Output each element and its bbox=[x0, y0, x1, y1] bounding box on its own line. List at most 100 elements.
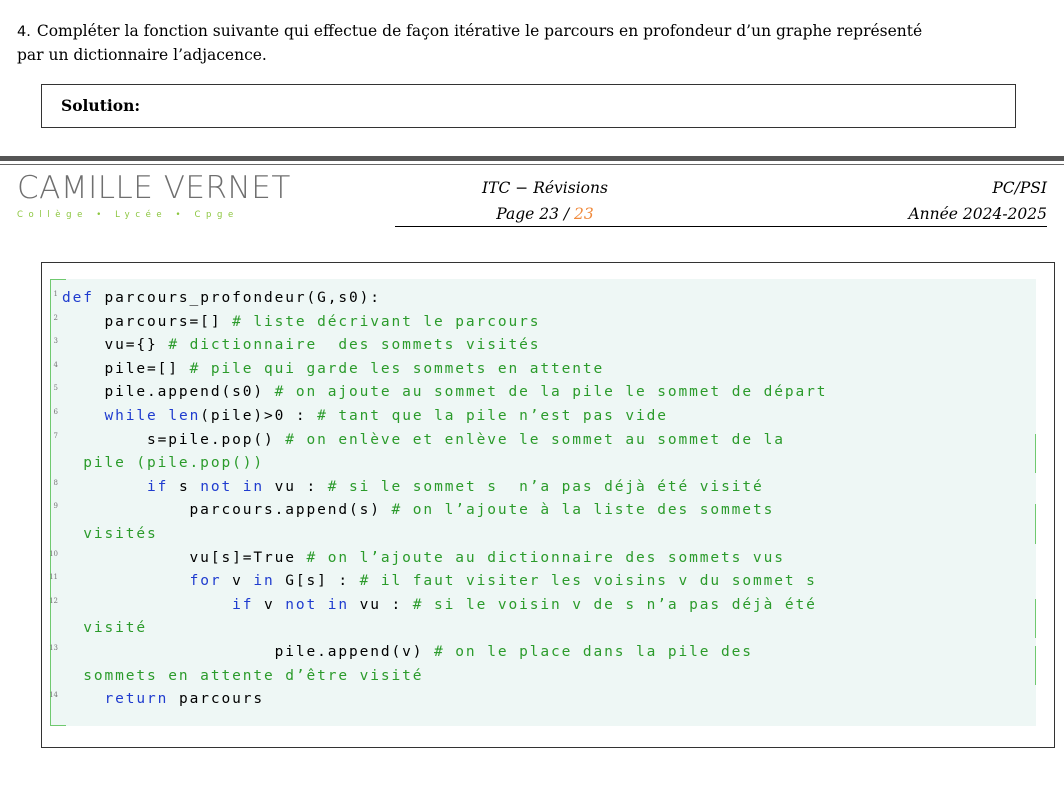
solution-box: Solution: bbox=[41, 84, 1016, 128]
code-line-continuation: pile (pile.pop()) bbox=[62, 453, 264, 473]
code-comment: # si le voisin v de s n’a pas déjà été bbox=[412, 596, 817, 613]
code-line: return parcours bbox=[62, 689, 264, 709]
code-text: vu : bbox=[263, 478, 328, 495]
line-number: 13 bbox=[49, 644, 58, 652]
code-line: parcours=[] # liste décrivant le parcour… bbox=[62, 312, 540, 332]
question-line-2: par un dictionnaire l’adjacence. bbox=[17, 46, 267, 64]
code-line: if v not in vu : # si le voisin v de s n… bbox=[62, 595, 817, 615]
logo-subtitle: Collège • Lycée • Cpge bbox=[17, 210, 239, 220]
code-text: s=pile.pop() bbox=[62, 431, 286, 448]
code-bottom-edge bbox=[50, 725, 66, 726]
line-number: 8 bbox=[53, 478, 58, 487]
code-comment: # on l’ajoute à la liste des sommets bbox=[391, 502, 775, 519]
code-keyword: if bbox=[147, 478, 169, 495]
code-comment: # pile qui garde les sommets en attente bbox=[189, 360, 605, 377]
code-text: G[s] : bbox=[274, 573, 360, 590]
school-year: Année 2024-2025 bbox=[908, 205, 1047, 223]
code-comment: # on le place dans la pile des bbox=[434, 644, 753, 660]
wrap-marker bbox=[1035, 598, 1036, 638]
page-separator-thin bbox=[0, 164, 1064, 165]
code-keyword: not in bbox=[200, 478, 264, 495]
wrap-marker bbox=[1035, 646, 1036, 686]
header-right: PC/PSI Année 2024-2025 bbox=[908, 175, 1047, 227]
school-logo: CAMILLE VERNET Collège • Lycée • Cpge bbox=[17, 171, 291, 220]
course-title: ITC − Révisions bbox=[482, 179, 608, 197]
line-number: 3 bbox=[53, 337, 58, 346]
code-comment: pile (pile.pop()) bbox=[62, 455, 264, 472]
code-keyword: not in bbox=[285, 596, 350, 613]
code-text: vu[s]=True bbox=[62, 549, 307, 566]
line-number: 12 bbox=[49, 596, 58, 605]
question-number: 4. bbox=[17, 24, 31, 40]
code-text: pile.append(v) bbox=[62, 644, 435, 660]
code-comment: # on l’ajoute au dictionnaire des sommet… bbox=[306, 549, 785, 566]
line-number: 10 bbox=[49, 549, 58, 558]
line-number: 9 bbox=[53, 502, 58, 511]
code-text: vu : bbox=[349, 596, 413, 613]
question-text: 4. Compléter la fonction suivante qui eff… bbox=[17, 20, 1047, 67]
code-keyword: in bbox=[253, 573, 275, 590]
code-line: s=pile.pop() # on enlève et enlève le so… bbox=[62, 430, 785, 450]
solution-label: Solution: bbox=[61, 96, 141, 115]
wrap-marker bbox=[1035, 504, 1036, 544]
code-comment: visité bbox=[62, 620, 148, 637]
line-number: 1 bbox=[53, 290, 58, 298]
code-text: v bbox=[253, 596, 286, 613]
code-line: for v in G[s] : # il faut visiter les vo… bbox=[62, 571, 817, 591]
code-line: pile.append(v) # on le place dans la pil… bbox=[62, 642, 753, 662]
code-comment: # dictionnaire des sommets visités bbox=[168, 337, 541, 354]
track-label: PC/PSI bbox=[992, 179, 1047, 197]
code-comment: sommets en attente d’être visité bbox=[62, 667, 424, 684]
code-line: vu[s]=True # on l’ajoute au dictionnaire… bbox=[62, 548, 785, 568]
question-line-1: Compléter la fonction suivante qui effec… bbox=[36, 22, 923, 40]
page-total-link[interactable]: 23 bbox=[574, 205, 594, 223]
code-keyword: for bbox=[189, 573, 222, 590]
code-comment: # on ajoute au sommet de la pile le somm… bbox=[274, 384, 828, 401]
wrap-marker bbox=[1035, 433, 1036, 473]
code-line-continuation: visités bbox=[62, 524, 158, 544]
code-text: pile=[] bbox=[62, 360, 190, 377]
code-text: s bbox=[168, 478, 201, 495]
page-label: Page 23 / bbox=[496, 205, 575, 223]
code-text: parcours_profondeur(G,s0): bbox=[93, 290, 381, 306]
line-number: 6 bbox=[53, 408, 58, 416]
code-keyword: len bbox=[168, 408, 201, 424]
code-text: v bbox=[221, 573, 254, 590]
logo-text: CAMILLE VERNET bbox=[17, 170, 291, 206]
line-number: 11 bbox=[49, 573, 58, 582]
code-line: vu={} # dictionnaire des sommets visités bbox=[62, 335, 540, 355]
code-text: parcours.append(s) bbox=[62, 502, 392, 519]
header-underline bbox=[395, 226, 1047, 227]
code-comment: # liste décrivant le parcours bbox=[232, 313, 541, 330]
page-separator-thick bbox=[0, 156, 1064, 161]
code-keyword: if bbox=[232, 596, 254, 613]
code-comment: # tant que la pile n’est pas vide bbox=[317, 408, 668, 424]
code-listing: 1 def parcours_profondeur(G,s0): 2 parcour… bbox=[49, 279, 1036, 726]
line-number: 2 bbox=[53, 313, 58, 322]
code-line: while len(pile)>0 : # tant que la pile n… bbox=[62, 406, 668, 426]
code-text: pile.append(s0) bbox=[62, 384, 275, 401]
page-number: Page 23 / 23 bbox=[445, 201, 645, 227]
code-line: def parcours_profondeur(G,s0): bbox=[62, 288, 381, 308]
line-number: 7 bbox=[53, 431, 58, 440]
code-line-continuation: visité bbox=[62, 618, 147, 638]
code-comment: # on enlève et enlève le sommet au somme… bbox=[285, 431, 785, 448]
code-comment: visités bbox=[62, 526, 158, 542]
code-top-edge bbox=[50, 279, 66, 280]
code-text: vu={} bbox=[62, 337, 169, 354]
code-line-continuation: sommets en attente d’être visité bbox=[62, 666, 423, 686]
code-line: pile=[] # pile qui garde les sommets en … bbox=[62, 359, 604, 379]
code-text: parcours=[] bbox=[62, 313, 233, 330]
code-line: parcours.append(s) # on l’ajoute à la li… bbox=[62, 500, 774, 520]
code-comment: # si le sommet s n’a pas déjà été visité bbox=[327, 478, 764, 495]
line-number: 4 bbox=[53, 360, 58, 369]
code-line: pile.append(s0) # on ajoute au sommet de… bbox=[62, 382, 827, 402]
code-keyword: while bbox=[104, 408, 158, 424]
code-comment: # il faut visiter les voisins v du somme… bbox=[359, 573, 817, 590]
line-number: 5 bbox=[53, 384, 58, 393]
code-keyword: def bbox=[62, 290, 94, 306]
line-number: 14 bbox=[49, 691, 58, 700]
